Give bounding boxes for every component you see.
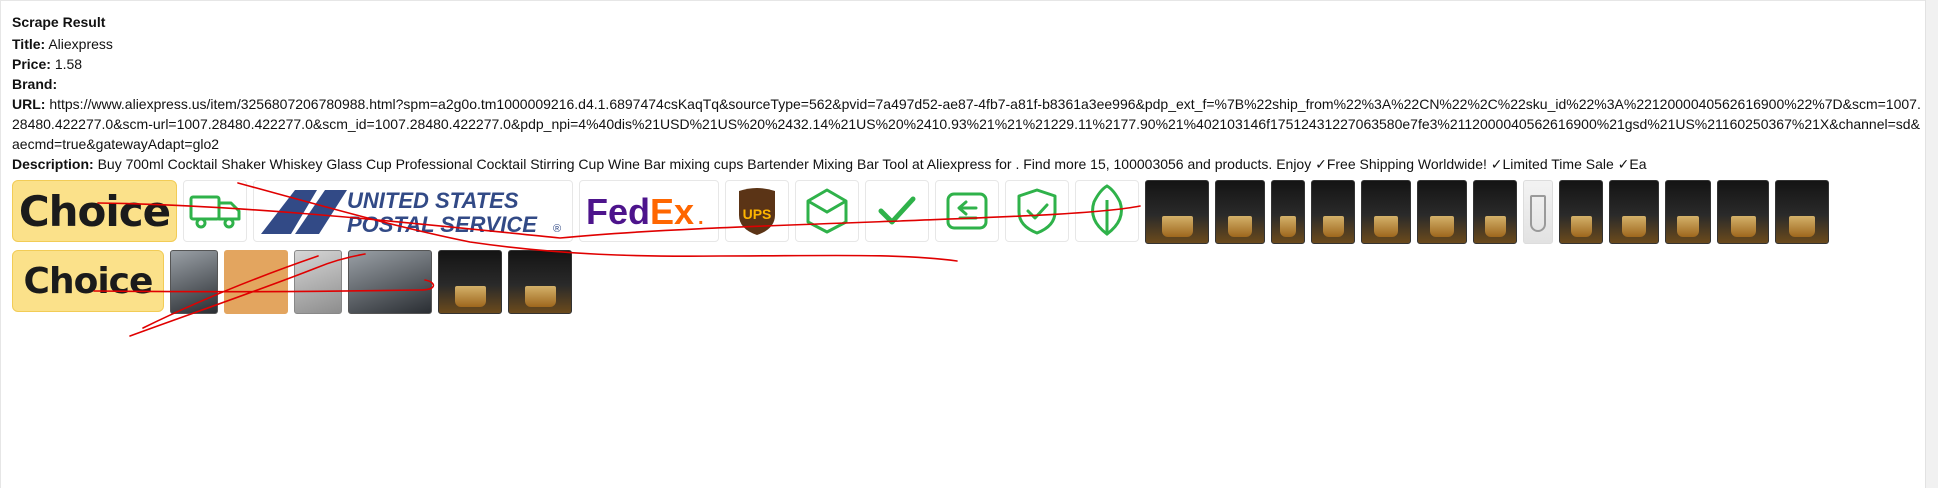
usps-line-2: POSTAL SERVICE bbox=[347, 212, 538, 237]
truck-icon bbox=[183, 180, 247, 242]
shield-check-icon bbox=[1005, 180, 1069, 242]
result-heading: Scrape Result bbox=[12, 14, 106, 30]
box-icon bbox=[795, 180, 859, 242]
fedex-fed-text: Fed bbox=[586, 191, 650, 232]
product-photo bbox=[1665, 180, 1711, 244]
choice-logo: Choice bbox=[12, 250, 164, 312]
product-photo bbox=[1311, 180, 1355, 244]
description-row: Description: Buy 700ml Cocktail Shaker W… bbox=[12, 154, 1924, 174]
product-photo bbox=[438, 250, 502, 314]
choice-logo-text: Choice bbox=[23, 260, 154, 302]
choice-logo-text: Choice bbox=[18, 186, 171, 236]
product-photo bbox=[294, 250, 342, 314]
usps-registered-mark: ® bbox=[553, 223, 561, 235]
product-photo bbox=[1215, 180, 1265, 244]
leaf-icon bbox=[1075, 180, 1139, 242]
image-row-1: Choice UNITED STATES POSTAL SERVICE ® Fe… bbox=[12, 180, 1924, 244]
price-label: Price: bbox=[12, 56, 51, 72]
product-photo bbox=[1473, 180, 1517, 244]
description-value: Buy 700ml Cocktail Shaker Whiskey Glass … bbox=[97, 156, 1647, 172]
scrape-result-panel: Scrape Result Title: Aliexpress Price: 1… bbox=[12, 12, 1924, 314]
vertical-scrollbar[interactable] bbox=[1925, 0, 1938, 488]
image-row-2: Choice bbox=[12, 250, 1924, 314]
choice-logo: Choice bbox=[12, 180, 177, 242]
product-photo bbox=[1559, 180, 1603, 244]
product-photo bbox=[1775, 180, 1829, 244]
usps-logo: UNITED STATES POSTAL SERVICE ® bbox=[253, 180, 573, 242]
fedex-dot: . bbox=[698, 207, 704, 229]
ups-logo: UPS bbox=[725, 180, 789, 242]
fedex-ex-text: Ex bbox=[650, 191, 694, 232]
product-photo bbox=[1145, 180, 1209, 244]
product-photo bbox=[348, 250, 432, 314]
url-value[interactable]: https://www.aliexpress.us/item/325680720… bbox=[12, 96, 1921, 152]
checkmark-icon bbox=[865, 180, 929, 242]
price-row: Price: 1.58 bbox=[12, 54, 1924, 74]
product-photo bbox=[170, 250, 218, 314]
brand-label: Brand: bbox=[12, 76, 58, 92]
product-photo bbox=[1609, 180, 1659, 244]
url-row: URL: https://www.aliexpress.us/item/3256… bbox=[12, 94, 1924, 154]
usps-line-1: UNITED STATES bbox=[347, 188, 519, 213]
product-photo bbox=[1361, 180, 1411, 244]
product-photo bbox=[1717, 180, 1769, 244]
product-photo bbox=[224, 250, 288, 314]
product-photo bbox=[1523, 180, 1553, 244]
title-value: Aliexpress bbox=[48, 36, 113, 52]
price-value: 1.58 bbox=[54, 56, 83, 72]
product-photo bbox=[508, 250, 572, 314]
url-label: URL: bbox=[12, 96, 46, 112]
brand-row: Brand: bbox=[12, 74, 1924, 94]
ups-text: UPS bbox=[743, 206, 772, 222]
title-label: Title: bbox=[12, 36, 46, 52]
product-photo bbox=[1271, 180, 1305, 244]
fedex-logo: Fed Ex . bbox=[579, 180, 719, 242]
title-row: Title: Aliexpress bbox=[12, 34, 1924, 54]
return-icon bbox=[935, 180, 999, 242]
description-label: Description: bbox=[12, 156, 94, 172]
product-photo bbox=[1417, 180, 1467, 244]
